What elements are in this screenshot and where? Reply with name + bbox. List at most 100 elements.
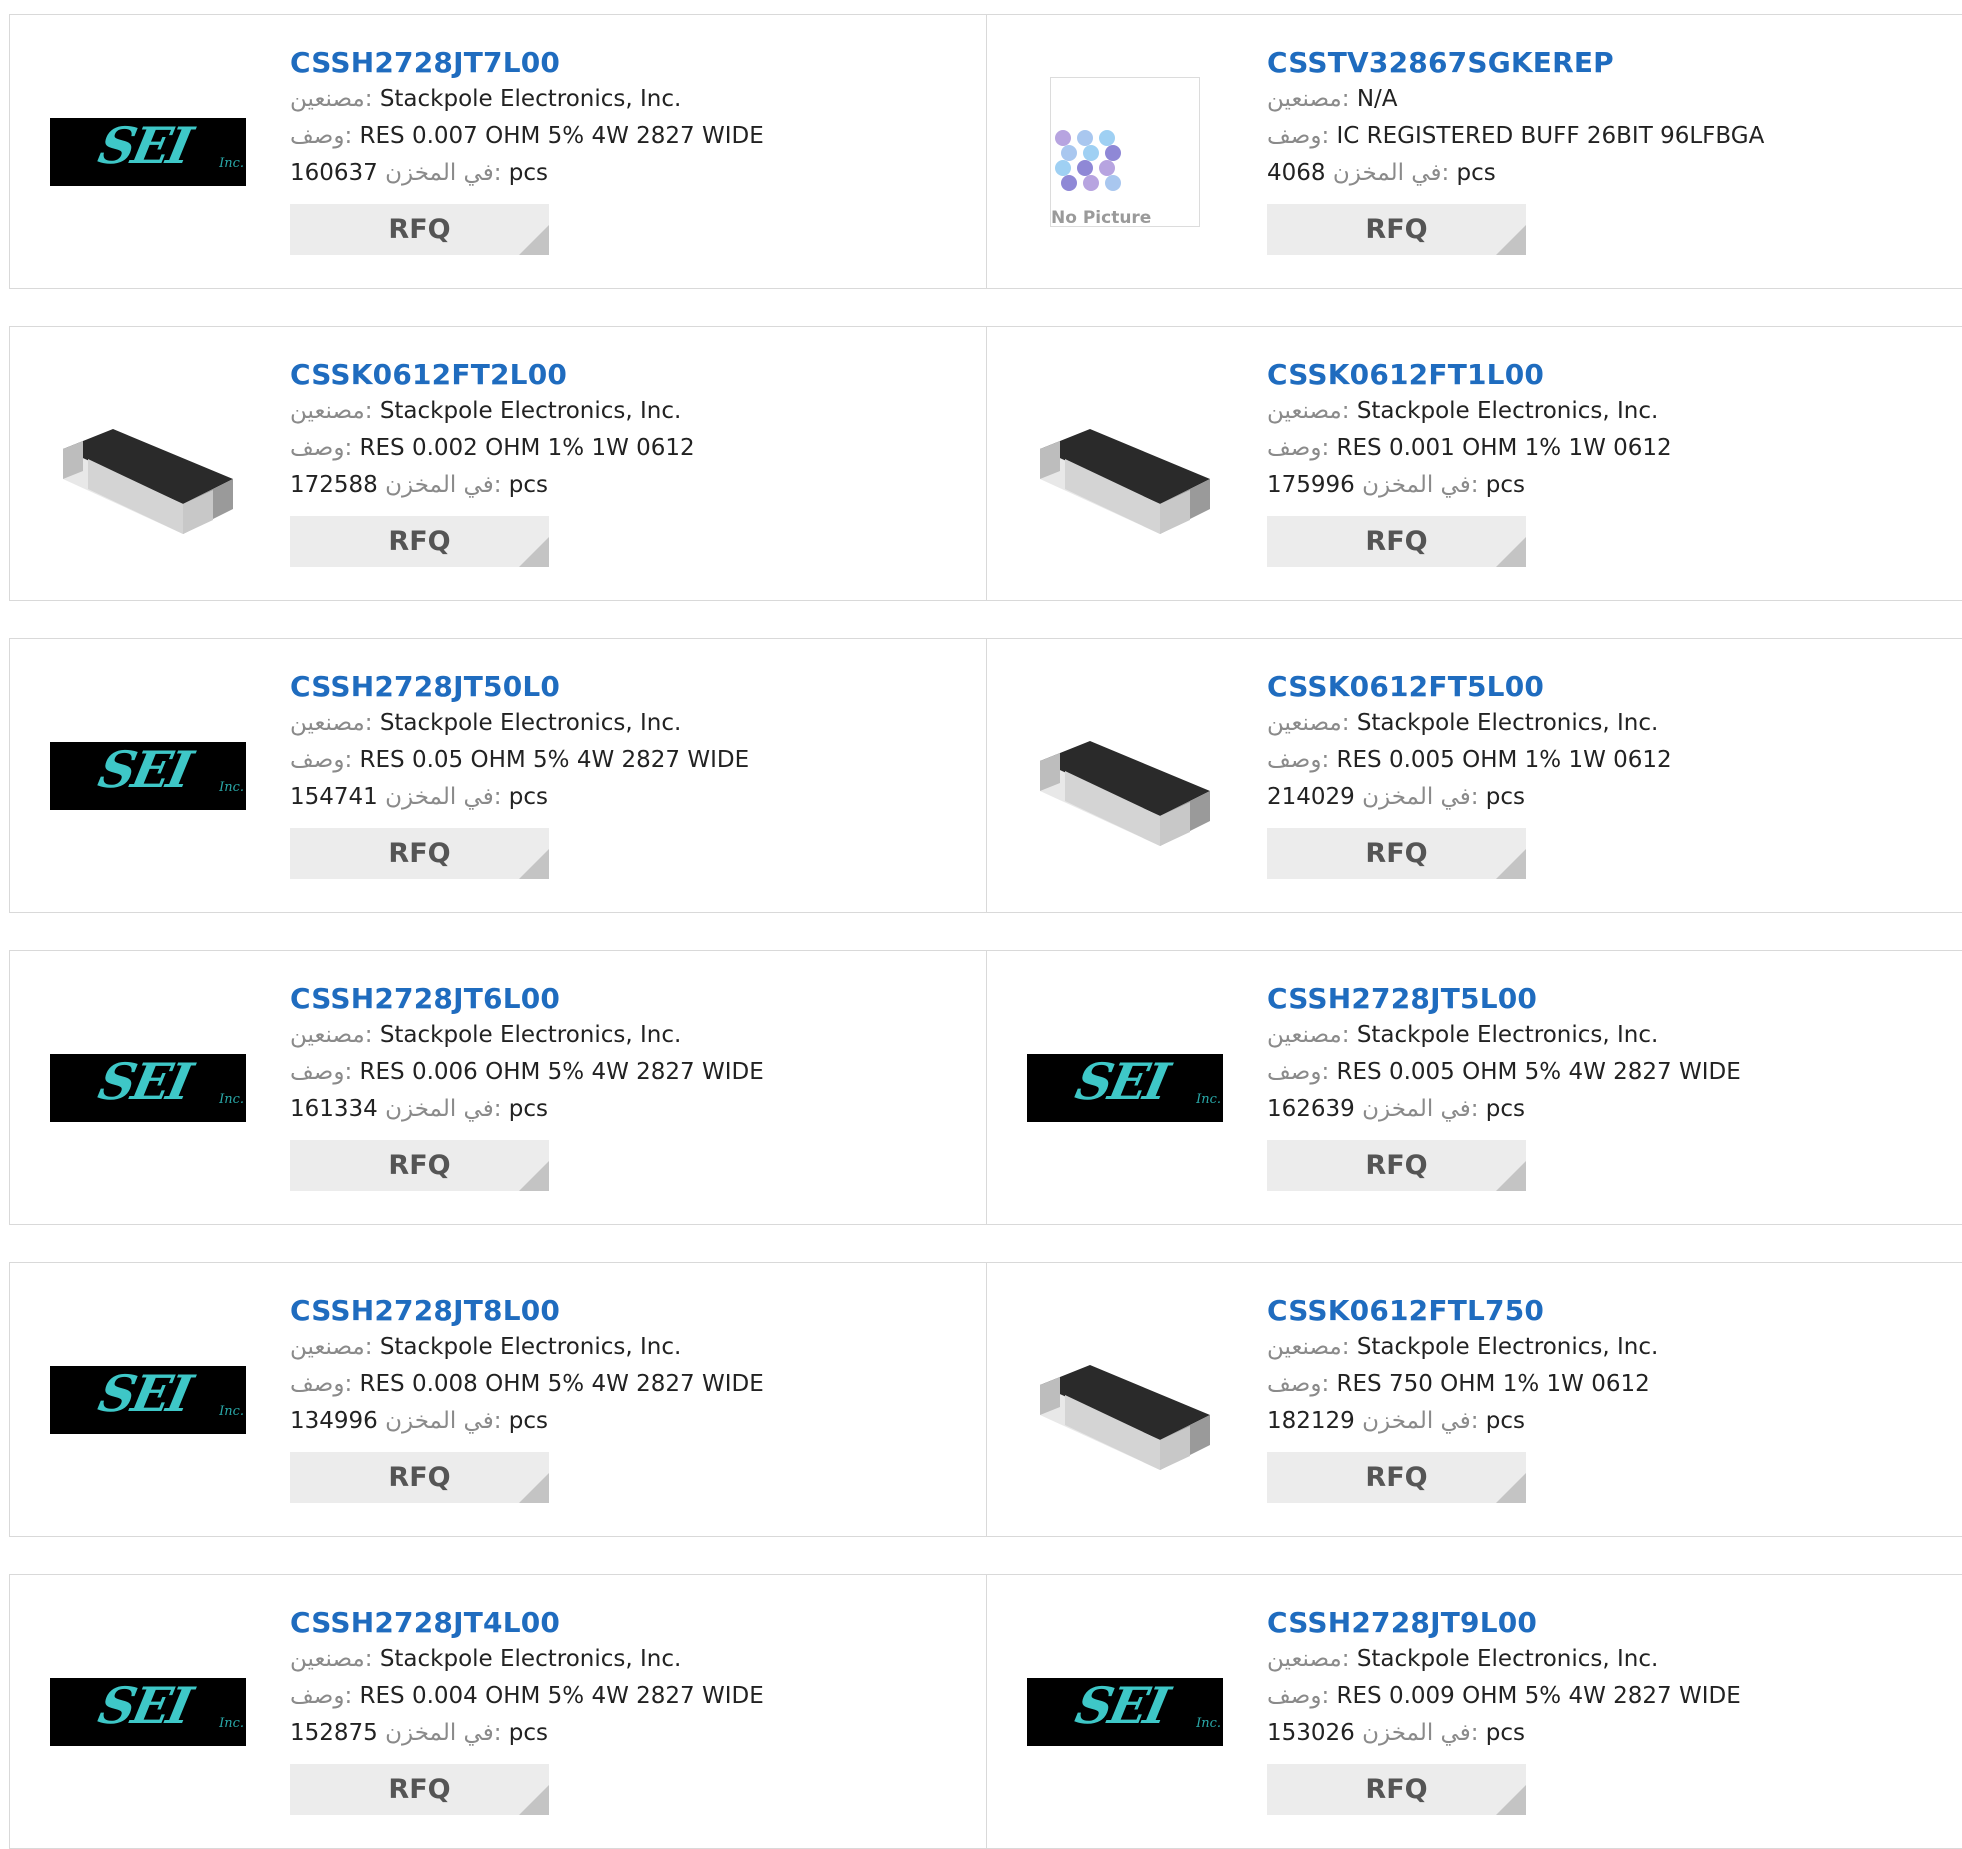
product-info: CSSH2728JT50L0 مصنعين: Stackpole Electro…	[290, 669, 987, 879]
stock-unit: pcs	[1485, 784, 1526, 810]
rfq-button[interactable]: RFQ	[290, 1140, 549, 1191]
rfq-label: RFQ	[1365, 1774, 1428, 1805]
description-label: وصف:	[290, 123, 353, 149]
manufacturer-label: مصنعين:	[1267, 1334, 1350, 1360]
product-info: CSSH2728JT5L00 مصنعين: Stackpole Electro…	[1267, 981, 1962, 1191]
part-number-link[interactable]: CSSH2728JT8L00	[290, 1293, 987, 1329]
part-number-link[interactable]: CSSH2728JT7L00	[290, 45, 987, 81]
description-line: وصف: RES 0.004 OHM 5% 4W 2827 WIDE	[290, 1678, 987, 1715]
description-value: RES 0.001 OHM 1% 1W 0612	[1336, 435, 1672, 461]
rfq-label: RFQ	[388, 838, 451, 869]
rfq-label: RFQ	[1365, 1462, 1428, 1493]
corner-triangle-icon	[519, 225, 549, 255]
rfq-label: RFQ	[1365, 838, 1428, 869]
part-number-link[interactable]: CSSTV32867SGKEREP	[1267, 45, 1962, 81]
rfq-button[interactable]: RFQ	[1267, 1140, 1526, 1191]
corner-triangle-icon	[1496, 1473, 1526, 1503]
part-number-link[interactable]: CSSK0612FTL750	[1267, 1293, 1962, 1329]
part-number-link[interactable]: CSSH2728JT50L0	[290, 669, 987, 705]
product-image[interactable]: SEI Inc.	[50, 62, 246, 242]
resistor-chip-icon	[63, 429, 233, 534]
product-card: No Picture CSSTV32867SGKEREP مصنعين: N/A…	[986, 14, 1962, 289]
rfq-label: RFQ	[388, 526, 451, 557]
rfq-button[interactable]: RFQ	[290, 1452, 549, 1503]
stock-label: في المخزن:	[385, 472, 502, 498]
product-image[interactable]	[1027, 701, 1223, 881]
rfq-button[interactable]: RFQ	[1267, 1452, 1526, 1503]
product-info: CSSTV32867SGKEREP مصنعين: N/A وصف: IC RE…	[1267, 45, 1962, 255]
rfq-button[interactable]: RFQ	[1267, 828, 1526, 879]
description-line: وصف: RES 0.008 OHM 5% 4W 2827 WIDE	[290, 1366, 987, 1403]
rfq-button[interactable]: RFQ	[290, 1764, 549, 1815]
corner-triangle-icon	[1496, 225, 1526, 255]
rfq-button[interactable]: RFQ	[1267, 1764, 1526, 1815]
manufacturer-value: N/A	[1356, 86, 1398, 112]
stock-value: 160637	[290, 160, 378, 186]
part-number-link[interactable]: CSSH2728JT6L00	[290, 981, 987, 1017]
corner-triangle-icon	[519, 1161, 549, 1191]
rfq-button[interactable]: RFQ	[290, 204, 549, 255]
product-image[interactable]: SEI Inc.	[1027, 1622, 1223, 1802]
manufacturer-label: مصنعين:	[290, 1022, 373, 1048]
stock-label: في المخزن:	[385, 1720, 502, 1746]
rfq-label: RFQ	[388, 1150, 451, 1181]
manufacturer-value: Stackpole Electronics, Inc.	[1356, 398, 1659, 424]
manufacturer-line: مصنعين: Stackpole Electronics, Inc.	[1267, 1017, 1962, 1054]
part-number-link[interactable]: CSSK0612FT5L00	[1267, 669, 1962, 705]
product-image[interactable]	[1027, 389, 1223, 569]
stock-unit: pcs	[1485, 1408, 1526, 1434]
description-label: وصف:	[290, 1059, 353, 1085]
rfq-button[interactable]: RFQ	[290, 828, 549, 879]
product-image[interactable]: SEI Inc.	[1027, 998, 1223, 1178]
product-image[interactable]: SEI Inc.	[50, 998, 246, 1178]
description-line: وصف: RES 0.005 OHM 5% 4W 2827 WIDE	[1267, 1054, 1962, 1091]
description-line: وصف: RES 0.002 OHM 1% 1W 0612	[290, 430, 987, 467]
rfq-button[interactable]: RFQ	[1267, 516, 1526, 567]
stock-value: 134996	[290, 1408, 378, 1434]
stock-value: 152875	[290, 1720, 378, 1746]
stock-line: 182129 في المخزن: pcs	[1267, 1403, 1962, 1440]
description-line: وصف: IC REGISTERED BUFF 26BIT 96LFBGA	[1267, 118, 1962, 155]
stock-label: في المخزن:	[1362, 1408, 1479, 1434]
rfq-button[interactable]: RFQ	[290, 516, 549, 567]
description-label: وصف:	[1267, 1683, 1330, 1709]
description-value: RES 0.05 OHM 5% 4W 2827 WIDE	[359, 747, 750, 773]
product-card: SEI Inc. CSSH2728JT50L0 مصنعين: Stackpole…	[9, 638, 987, 913]
part-number-link[interactable]: CSSK0612FT1L00	[1267, 357, 1962, 393]
manufacturer-line: مصنعين: Stackpole Electronics, Inc.	[290, 1017, 987, 1054]
manufacturer-line: مصنعين: Stackpole Electronics, Inc.	[290, 705, 987, 742]
product-info: CSSK0612FT5L00 مصنعين: Stackpole Electro…	[1267, 669, 1962, 879]
stock-line: 134996 في المخزن: pcs	[290, 1403, 987, 1440]
stock-label: في المخزن:	[1362, 472, 1479, 498]
sei-logo-icon: SEI Inc.	[50, 742, 246, 810]
description-line: وصف: RES 750 OHM 1% 1W 0612	[1267, 1366, 1962, 1403]
product-image[interactable]: SEI Inc.	[50, 1622, 246, 1802]
product-card: SEI Inc. CSSH2728JT8L00 مصنعين: Stackpole…	[9, 1262, 987, 1537]
stock-unit: pcs	[1456, 160, 1496, 186]
stock-line: 161334 في المخزن: pcs	[290, 1091, 987, 1128]
stock-line: 162639 في المخزن: pcs	[1267, 1091, 1962, 1128]
corner-triangle-icon	[1496, 849, 1526, 879]
description-label: وصف:	[290, 1683, 353, 1709]
part-number-link[interactable]: CSSH2728JT9L00	[1267, 1605, 1962, 1641]
sei-logo-icon: SEI Inc.	[50, 1678, 246, 1746]
rfq-button[interactable]: RFQ	[1267, 204, 1526, 255]
description-line: وصف: RES 0.05 OHM 5% 4W 2827 WIDE	[290, 742, 987, 779]
part-number-link[interactable]: CSSH2728JT4L00	[290, 1605, 987, 1641]
product-image[interactable]: No Picture	[1027, 62, 1223, 242]
description-line: وصف: RES 0.007 OHM 5% 4W 2827 WIDE	[290, 118, 987, 155]
part-number-link[interactable]: CSSK0612FT2L00	[290, 357, 987, 393]
manufacturer-label: مصنعين:	[1267, 398, 1350, 424]
product-image[interactable]: SEI Inc.	[50, 686, 246, 866]
part-number-link[interactable]: CSSH2728JT5L00	[1267, 981, 1962, 1017]
product-image[interactable]	[50, 389, 246, 569]
manufacturer-value: Stackpole Electronics, Inc.	[379, 710, 682, 736]
description-value: RES 0.005 OHM 1% 1W 0612	[1336, 747, 1672, 773]
stock-line: 160637 في المخزن: pcs	[290, 155, 987, 192]
product-image[interactable]	[1027, 1325, 1223, 1505]
rfq-label: RFQ	[388, 214, 451, 245]
product-image[interactable]: SEI Inc.	[50, 1310, 246, 1490]
corner-triangle-icon	[519, 1473, 549, 1503]
product-card: SEI Inc. CSSH2728JT4L00 مصنعين: Stackpole…	[9, 1574, 987, 1849]
sei-logo-icon: SEI Inc.	[50, 118, 246, 186]
